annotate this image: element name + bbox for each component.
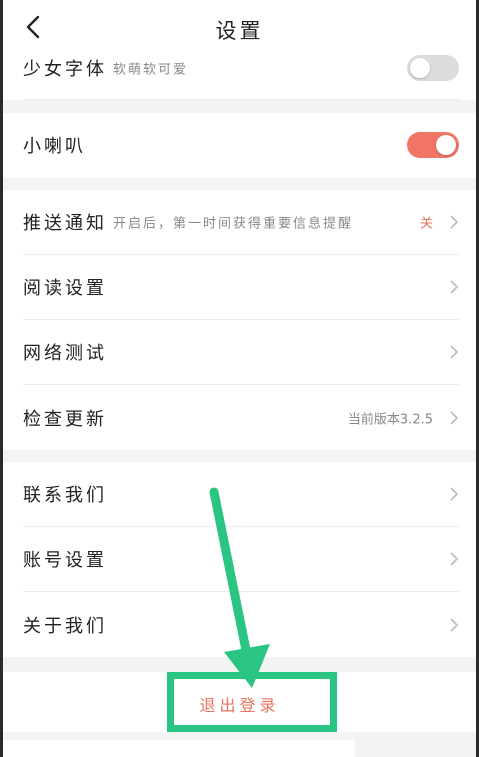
row-network-test[interactable]: 网络测试	[23, 320, 459, 385]
version-value: 当前版本3.2.5	[347, 412, 433, 427]
speaker-toggle[interactable]	[407, 132, 459, 158]
toggle-knob	[410, 58, 430, 78]
row-reading-settings[interactable]: 阅读设置	[23, 255, 459, 320]
row-girl-font: 少女字体 软萌软可爱	[23, 40, 459, 100]
chevron-right-icon	[450, 280, 459, 294]
push-status-value: 关	[419, 216, 433, 232]
row-label: 阅读设置	[23, 278, 107, 299]
chevron-right-icon	[450, 215, 459, 229]
row-about-us[interactable]: 关于我们	[23, 592, 459, 657]
row-subtitle: 软萌软可爱	[113, 62, 189, 78]
toggle-knob	[436, 135, 456, 155]
row-push-notifications[interactable]: 推送通知 开启后，第一时间获得重要信息提醒 关	[23, 190, 459, 255]
chevron-right-icon	[450, 345, 459, 359]
chevron-right-icon	[450, 617, 459, 632]
row-label: 少女字体	[23, 59, 107, 80]
row-contact-us[interactable]: 联系我们	[23, 462, 459, 527]
row-label: 网络测试	[23, 343, 107, 364]
girl-font-toggle[interactable]	[407, 55, 459, 81]
row-account-settings[interactable]: 账号设置	[23, 527, 459, 592]
settings-group-general: 推送通知 开启后，第一时间获得重要信息提醒 关 阅读设置 网络测试 检查更新 当…	[3, 190, 476, 450]
row-label: 联系我们	[23, 485, 107, 506]
settings-group-display: 少女字体 软萌软可爱	[3, 40, 476, 100]
logout-section: 退出登录	[3, 672, 476, 732]
chevron-right-icon	[450, 552, 459, 566]
row-label: 关于我们	[23, 615, 107, 637]
row-label: 账号设置	[23, 550, 107, 571]
row-check-update[interactable]: 检查更新 当前版本3.2.5	[23, 385, 459, 450]
row-label: 检查更新	[23, 408, 107, 430]
chevron-right-icon	[450, 410, 459, 425]
chevron-right-icon	[450, 487, 459, 501]
settings-group-sound: 小喇叭	[3, 113, 476, 178]
row-label: 小喇叭	[23, 136, 86, 157]
bottom-strip	[3, 740, 355, 757]
row-speaker: 小喇叭	[23, 113, 459, 178]
logout-button[interactable]: 退出登录	[3, 692, 476, 716]
row-label: 推送通知	[23, 213, 107, 234]
row-subtitle: 开启后，第一时间获得重要信息提醒	[113, 216, 354, 232]
settings-group-about: 联系我们 账号设置 关于我们	[3, 462, 476, 657]
